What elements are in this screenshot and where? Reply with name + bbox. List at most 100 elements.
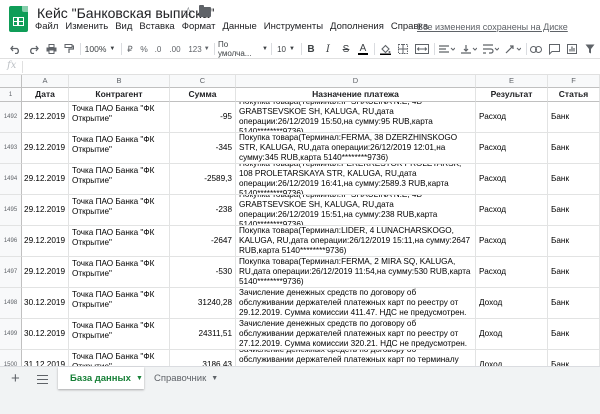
cell-sum[interactable]: -2589,3: [170, 164, 236, 195]
undo-icon[interactable]: [8, 40, 22, 58]
cell-date[interactable]: 29.12.2019: [22, 226, 69, 257]
row-number[interactable]: 1494: [0, 164, 22, 195]
cell-purpose[interactable]: Покупка товара(Терминал:PEREKRESTOK PROL…: [236, 164, 476, 195]
cell-article[interactable]: Банк: [548, 257, 600, 288]
cell-purpose[interactable]: Зачисление денежных средств по договору …: [236, 350, 476, 366]
text-color-button[interactable]: A: [357, 40, 369, 58]
folder-icon[interactable]: [199, 5, 211, 17]
header-purpose[interactable]: Назначение платежа: [236, 88, 476, 102]
header-counterparty[interactable]: Контрагент: [69, 88, 170, 102]
cell-purpose[interactable]: Покупка товара(Терминал:IP SHAULINA N.E,…: [236, 195, 476, 226]
column-header-f[interactable]: F: [548, 75, 600, 88]
italic-button[interactable]: I: [322, 40, 334, 58]
borders-icon[interactable]: [396, 40, 410, 58]
row-number[interactable]: 1493: [0, 133, 22, 164]
filter-icon[interactable]: [583, 40, 597, 58]
percent-format-button[interactable]: %: [138, 40, 150, 58]
column-header-a[interactable]: A: [22, 75, 69, 88]
cell-article[interactable]: Банк: [548, 164, 600, 195]
cell-article[interactable]: Банк: [548, 102, 600, 133]
cell-sum[interactable]: 24311,51: [170, 319, 236, 350]
more-formats-select[interactable]: 123 ▼: [186, 40, 212, 58]
cell-result[interactable]: Расход: [476, 133, 548, 164]
horizontal-align-icon[interactable]: [437, 40, 457, 58]
cell-date[interactable]: 30.12.2019: [22, 288, 69, 319]
drive-save-status[interactable]: Все изменения сохранены на Диске: [417, 22, 568, 32]
cell-article[interactable]: Банк: [548, 195, 600, 226]
header-sum[interactable]: Сумма: [170, 88, 236, 102]
cell-purpose[interactable]: Зачисление денежных средств по договору …: [236, 319, 476, 350]
zoom-select[interactable]: 100% ▼: [83, 40, 117, 58]
row-number[interactable]: 1492: [0, 102, 22, 133]
cell-result[interactable]: Доход: [476, 350, 548, 366]
bold-button[interactable]: B: [305, 40, 317, 58]
cell-date[interactable]: 30.12.2019: [22, 319, 69, 350]
cell-counterparty[interactable]: Точка ПАО Банка "ФК Открытие": [69, 133, 170, 164]
cell-date[interactable]: 29.12.2019: [22, 195, 69, 226]
cell-sum[interactable]: -345: [170, 133, 236, 164]
cell-result[interactable]: Доход: [476, 319, 548, 350]
cell-result[interactable]: Доход: [476, 288, 548, 319]
cell-article[interactable]: Банк: [548, 133, 600, 164]
menu-format[interactable]: Формат: [182, 21, 216, 37]
cell-counterparty[interactable]: Точка ПАО Банка "ФК Открытие": [69, 226, 170, 257]
cell-purpose[interactable]: Зачисление денежных средств по договору …: [236, 288, 476, 319]
sheets-logo-icon[interactable]: [9, 6, 28, 32]
cell-sum[interactable]: 3186,43: [170, 350, 236, 366]
header-article[interactable]: Статья: [548, 88, 600, 102]
decrease-decimal-button[interactable]: .0: [151, 40, 165, 58]
cell-result[interactable]: Расход: [476, 195, 548, 226]
column-header-e[interactable]: E: [476, 75, 548, 88]
cell-article[interactable]: Банк: [548, 350, 600, 366]
cell-counterparty[interactable]: Точка ПАО Банка "ФК Открытие": [69, 102, 170, 133]
font-family-select[interactable]: По умолча... ▼: [218, 40, 268, 58]
cell-sum[interactable]: -2647: [170, 226, 236, 257]
spreadsheet-grid[interactable]: A B C D E F 1 Дата Контрагент Сумма Назн…: [0, 75, 600, 366]
cell-date[interactable]: 29.12.2019: [22, 102, 69, 133]
cell-article[interactable]: Банк: [548, 319, 600, 350]
header-date[interactable]: Дата: [22, 88, 69, 102]
menu-tools[interactable]: Инструменты: [264, 21, 323, 37]
currency-format-button[interactable]: ₽: [124, 40, 136, 58]
cell-article[interactable]: Банк: [548, 226, 600, 257]
cell-counterparty[interactable]: Точка ПАО Банка "ФК Открытие": [69, 164, 170, 195]
increase-decimal-button[interactable]: .00: [166, 40, 184, 58]
row-number[interactable]: 1500: [0, 350, 22, 366]
chevron-down-icon[interactable]: ▼: [136, 375, 143, 382]
cell-sum[interactable]: -530: [170, 257, 236, 288]
cell-date[interactable]: 31.12.2019: [22, 350, 69, 366]
text-wrap-icon[interactable]: [481, 40, 501, 58]
row-number[interactable]: 1498: [0, 288, 22, 319]
tab-database[interactable]: База данных ▼: [58, 367, 144, 389]
menu-edit[interactable]: Изменить: [65, 21, 108, 37]
all-sheets-icon[interactable]: [37, 375, 48, 384]
paint-format-icon[interactable]: [62, 40, 76, 58]
column-header-d[interactable]: D: [236, 75, 476, 88]
cell-date[interactable]: 29.12.2019: [22, 133, 69, 164]
menu-data[interactable]: Данные: [222, 21, 256, 37]
row-number[interactable]: 1: [0, 88, 22, 102]
formula-bar[interactable]: fx: [0, 58, 600, 75]
cell-counterparty[interactable]: Точка ПАО Банка "ФК Открытие": [69, 195, 170, 226]
cell-sum[interactable]: 31240,28: [170, 288, 236, 319]
cell-counterparty[interactable]: Точка ПАО Банка "ФК Открытие": [69, 319, 170, 350]
font-size-select[interactable]: 10 ▼: [274, 40, 298, 58]
menu-view[interactable]: Вид: [115, 21, 132, 37]
select-all-corner[interactable]: [0, 75, 22, 88]
cell-purpose[interactable]: Покупка товара(Терминал:FERMA, 2 MIRA SQ…: [236, 257, 476, 288]
column-header-b[interactable]: B: [69, 75, 170, 88]
chevron-down-icon[interactable]: ▼: [211, 375, 218, 382]
cell-purpose[interactable]: Покупка товара(Терминал:IP SHAULINA N.E,…: [236, 102, 476, 133]
strikethrough-button[interactable]: S: [340, 40, 352, 58]
row-number[interactable]: 1499: [0, 319, 22, 350]
cell-result[interactable]: Расход: [476, 164, 548, 195]
cell-result[interactable]: Расход: [476, 102, 548, 133]
cell-date[interactable]: 29.12.2019: [22, 164, 69, 195]
fill-color-icon[interactable]: [378, 40, 392, 58]
cell-sum[interactable]: -238: [170, 195, 236, 226]
cell-article[interactable]: Банк: [548, 288, 600, 319]
cell-counterparty[interactable]: Точка ПАО Банка "ФК Открытие": [69, 257, 170, 288]
insert-chart-icon[interactable]: [565, 40, 579, 58]
cell-counterparty[interactable]: Точка ПАО Банка "ФК Открытие": [69, 350, 170, 366]
column-header-c[interactable]: C: [170, 75, 236, 88]
